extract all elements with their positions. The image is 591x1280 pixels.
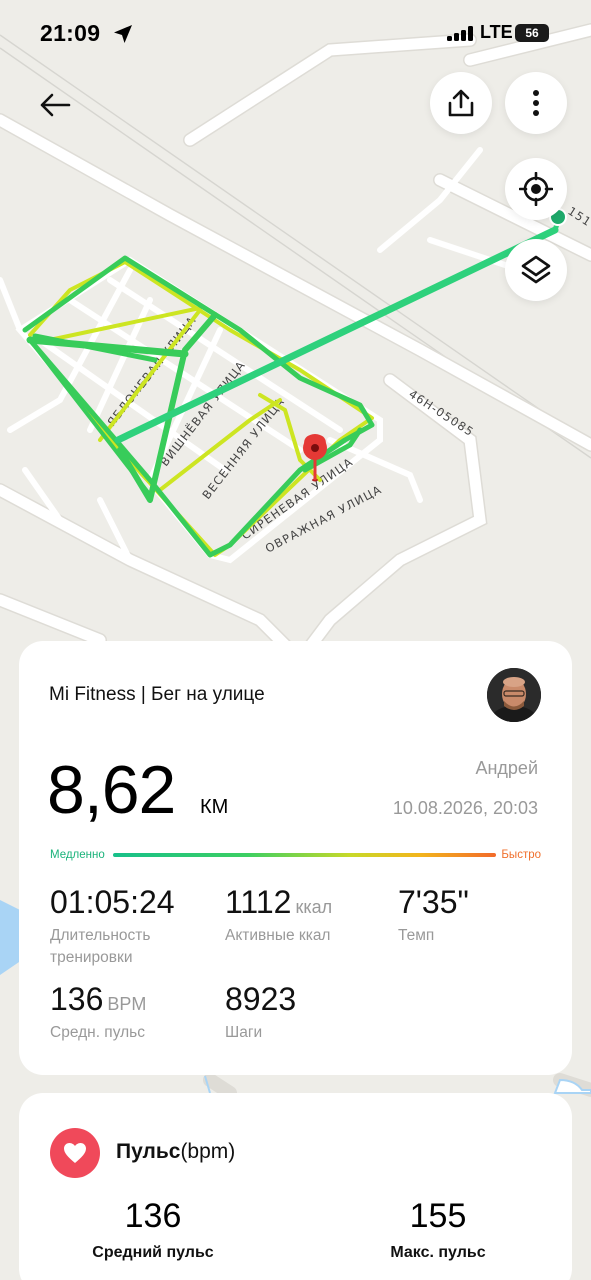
workout-date: 10.08.2026, 20:03 xyxy=(392,798,538,818)
avg-hr-stat-value: 136 xyxy=(124,1197,182,1235)
battery-level: 56 xyxy=(525,26,539,40)
user-name: Андрей xyxy=(475,758,538,778)
avg-hr-stat: 136 Средний пульс xyxy=(53,1197,253,1262)
heart-badge xyxy=(50,1128,100,1178)
steps-metric: 8923 Шаги xyxy=(225,981,296,1044)
avg-hr-metric: 136 BPM Средн. пульс xyxy=(50,981,146,1044)
workout-summary-card: Mi Fitness | Бег на улице 8,62 КМ Андрей… xyxy=(19,641,572,1075)
distance-value: 8,62 xyxy=(47,752,176,828)
avg-hr-value: 136 xyxy=(50,981,104,1017)
arrow-left-icon xyxy=(40,93,71,117)
heart-rate-title-unit: (bpm) xyxy=(180,1140,236,1163)
user-avatar-image xyxy=(487,668,541,722)
more-vertical-icon xyxy=(533,90,539,116)
avatar[interactable] xyxy=(487,668,541,722)
more-button[interactable] xyxy=(505,72,567,134)
heart-rate-title: Пульс(bpm) xyxy=(116,1140,235,1164)
steps-value: 8923 xyxy=(225,981,297,1017)
avg-hr-stat-label: Средний пульс xyxy=(92,1244,214,1261)
pace-fast-label: Быстро xyxy=(501,849,541,861)
layers-icon xyxy=(521,255,551,284)
locate-button[interactable] xyxy=(505,158,567,220)
pace-color-scale: Медленно Быстро xyxy=(50,847,541,863)
heart-icon xyxy=(64,1143,86,1163)
status-bar: 21:09 LTE 56 xyxy=(0,0,591,66)
battery-icon: 56 xyxy=(515,24,549,42)
share-icon xyxy=(448,89,474,117)
steps-label: Шаги xyxy=(225,1024,263,1041)
network-type: LTE xyxy=(480,22,513,42)
calories-label: Активные ккал xyxy=(225,927,331,944)
calories-unit: ккал xyxy=(295,897,333,917)
pace-gradient-bar xyxy=(113,853,496,857)
pace-value: 7'35" xyxy=(398,884,469,920)
workout-type-label: Mi Fitness | Бег на улице xyxy=(49,684,265,705)
duration-label: Длительность тренировки xyxy=(50,927,151,966)
max-hr-stat-value: 155 xyxy=(409,1197,467,1235)
pace-slow-label: Медленно xyxy=(50,849,105,861)
share-button[interactable] xyxy=(430,72,492,134)
calories-metric: 1112 ккал Активные ккал xyxy=(225,884,332,947)
avg-hr-unit: BPM xyxy=(107,994,147,1014)
pace-metric: 7'35" Темп xyxy=(398,884,469,947)
max-hr-stat: 155 Макс. пульс xyxy=(338,1197,538,1262)
map-canvas: ЯБЛОНЕВАЯ УЛИЦА ВИШНЁВАЯ УЛИЦА ВЕСЕННЯЯ … xyxy=(0,0,591,1280)
status-time: 21:09 xyxy=(40,20,101,46)
duration-value: 01:05:24 xyxy=(50,884,175,920)
crosshair-icon xyxy=(519,172,553,206)
heart-rate-card[interactable]: Пульс(bpm) 136 Средний пульс 155 Макс. п… xyxy=(19,1093,572,1280)
back-button[interactable] xyxy=(34,84,76,126)
location-arrow-icon xyxy=(114,25,132,43)
layers-button[interactable] xyxy=(505,239,567,301)
signal-icon xyxy=(447,26,473,41)
avg-hr-label: Средн. пульс xyxy=(50,1024,145,1041)
max-hr-stat-label: Макс. пульс xyxy=(390,1244,486,1261)
pace-label: Темп xyxy=(398,927,435,944)
calories-value: 1112 xyxy=(225,884,292,920)
distance-unit: КМ xyxy=(200,796,229,818)
route-map[interactable]: ЯБЛОНЕВАЯ УЛИЦА ВИШНЁВАЯ УЛИЦА ВЕСЕННЯЯ … xyxy=(0,0,591,1280)
heart-rate-title-text: Пульс xyxy=(116,1140,181,1163)
duration-metric: 01:05:24 Длительность тренировки xyxy=(50,884,200,969)
